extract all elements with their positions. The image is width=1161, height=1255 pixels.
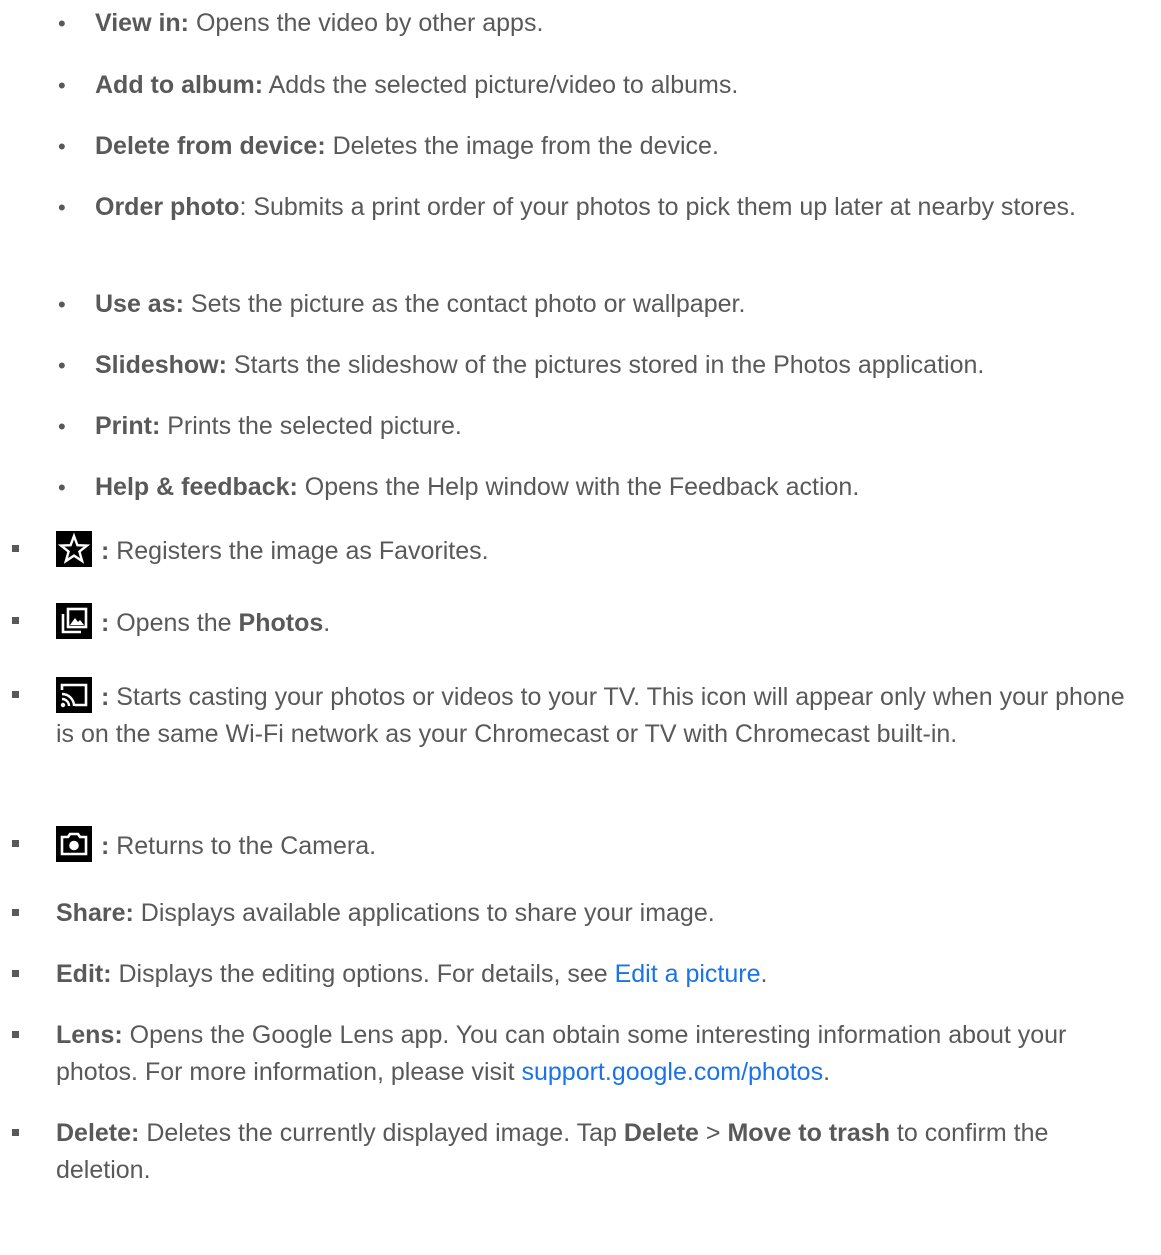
camera-icon — [56, 826, 92, 862]
item-desc: Opens the video by other apps. — [189, 9, 544, 37]
list-item-share: Share: Displays available applications t… — [12, 895, 1152, 932]
item-desc: Displays the editing options. For detail… — [111, 960, 615, 988]
bullet-dot: • — [58, 353, 66, 378]
item-desc: Adds the selected picture/video to album… — [263, 71, 739, 99]
move-to-trash-bold: Move to trash — [727, 1119, 890, 1147]
star-icon — [56, 531, 92, 567]
item-bold: Photos — [238, 609, 324, 637]
square-bullet — [12, 840, 19, 847]
support-link[interactable]: support.google.com/photos — [521, 1058, 823, 1086]
list-item: • Help & feedback: Opens the Help window… — [58, 469, 1148, 506]
item-desc: Registers the image as Favorites. — [109, 537, 489, 565]
item-desc: Returns to the Camera. — [109, 832, 377, 860]
item-term: Print: — [95, 412, 161, 440]
square-bullet — [12, 691, 19, 698]
item-desc: Opens the Help window with the Feedback … — [297, 473, 860, 501]
item-term: Order photo — [95, 193, 240, 221]
item-desc: Starts the slideshow of the pictures sto… — [226, 351, 985, 379]
item-colon: : — [94, 683, 110, 711]
square-bullet — [12, 617, 19, 624]
item-colon: : — [94, 832, 110, 860]
cast-icon — [56, 677, 92, 713]
list-item-cast: : Starts casting your photos or videos t… — [12, 677, 1142, 753]
square-bullet — [12, 1129, 19, 1136]
square-bullet — [12, 545, 19, 552]
item-term: Help & feedback: — [95, 473, 298, 501]
bullet-dot: • — [58, 475, 66, 500]
bullet-dot: • — [58, 195, 66, 220]
list-item: • Use as: Sets the picture as the contac… — [58, 286, 1148, 323]
item-term: View in: — [95, 9, 190, 37]
item-desc: Starts casting your photos or videos to … — [56, 683, 1125, 748]
list-item-lens: Lens: Opens the Google Lens app. You can… — [12, 1017, 1142, 1091]
list-item-photos: : Opens the Photos. — [12, 603, 1152, 642]
item-desc-after: . — [323, 609, 331, 637]
item-desc: : Submits a print order of your photos t… — [239, 193, 1076, 221]
bullet-dot: • — [58, 292, 66, 317]
list-item-edit: Edit: Displays the editing options. For … — [12, 956, 1152, 993]
list-item: • View in: Opens the video by other apps… — [58, 5, 1148, 42]
item-term: Add to album: — [95, 71, 264, 99]
bullet-dot: • — [58, 11, 66, 36]
item-term: Lens: — [56, 1021, 123, 1049]
item-desc: Prints the selected picture. — [160, 412, 462, 440]
square-bullet — [12, 1031, 19, 1038]
list-item-camera: : Returns to the Camera. — [12, 826, 1152, 865]
list-item: • Delete from device: Deletes the image … — [58, 128, 1148, 165]
photo-library-icon — [56, 603, 92, 639]
item-term: Slideshow: — [95, 351, 227, 379]
item-term: Delete: — [56, 1119, 140, 1147]
item-desc: Opens the — [109, 609, 239, 637]
list-item-delete: Delete: Deletes the currently displayed … — [12, 1115, 1092, 1189]
bullet-dot: • — [58, 414, 66, 439]
list-item: • Print: Prints the selected picture. — [58, 408, 1148, 445]
square-bullet — [12, 970, 19, 977]
item-desc: Sets the picture as the contact photo or… — [183, 290, 746, 318]
item-desc-after: . — [823, 1058, 831, 1086]
item-term: Delete from device: — [95, 132, 326, 160]
item-term: Share: — [56, 899, 134, 927]
item-desc: Deletes the image from the device. — [325, 132, 719, 160]
item-desc: Deletes the currently displayed image. T… — [139, 1119, 624, 1147]
item-colon: : — [94, 537, 110, 565]
item-colon: : — [94, 609, 110, 637]
edit-picture-link[interactable]: Edit a picture — [615, 960, 761, 988]
item-term: Use as: — [95, 290, 184, 318]
bullet-dot: • — [58, 73, 66, 98]
list-item: • Order photo: Submits a print order of … — [58, 189, 1158, 226]
delete-bold: Delete — [623, 1119, 699, 1147]
item-desc: Displays available applications to share… — [133, 899, 715, 927]
list-item: • Slideshow: Starts the slideshow of the… — [58, 347, 1159, 384]
list-item-favorite: : Registers the image as Favorites. — [12, 531, 1152, 570]
list-item: • Add to album: Adds the selected pictur… — [58, 67, 1148, 104]
square-bullet — [12, 909, 19, 916]
item-term: Edit: — [56, 960, 112, 988]
item-desc-after: . — [760, 960, 768, 988]
bullet-dot: • — [58, 134, 66, 159]
separator: > — [698, 1119, 728, 1147]
